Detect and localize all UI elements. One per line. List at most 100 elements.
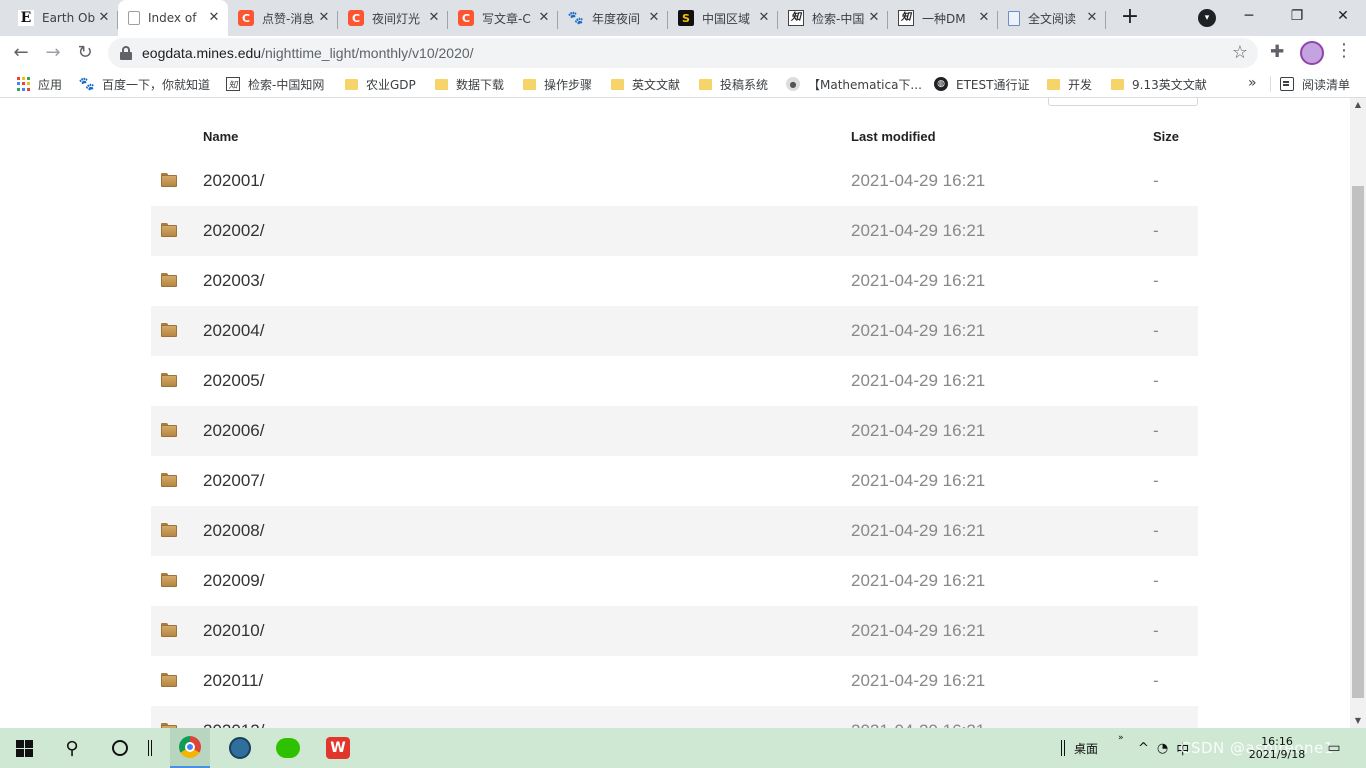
table-row[interactable]: 202006/2021-04-29 16:21 - (151, 406, 1198, 456)
folder-name-link[interactable]: 202006/ (203, 421, 264, 441)
bookmark-item[interactable]: 9.13英文文献 (1110, 74, 1207, 94)
table-row[interactable]: 202008/2021-04-29 16:21 - (151, 506, 1198, 556)
tab-close-icon[interactable]: ✕ (646, 10, 662, 26)
folder-name-link[interactable]: 202004/ (203, 321, 264, 341)
taskbar-search-icon[interactable]: ⚲ (60, 728, 84, 768)
filter-input-remnant[interactable] (1048, 98, 1198, 106)
browser-menu-icon[interactable]: ⋮ (1334, 40, 1354, 61)
folder-name-link[interactable]: 202012/ (203, 721, 264, 728)
tab-close-icon[interactable]: ✕ (316, 10, 332, 26)
table-row[interactable]: 202001/2021-04-29 16:21 - (151, 156, 1198, 206)
browser-tab[interactable]: C 夜间灯光 ✕ (338, 3, 448, 33)
folder-name-link[interactable]: 202008/ (203, 521, 264, 541)
folder-name-link[interactable]: 202005/ (203, 371, 264, 391)
browser-tab[interactable]: 全文阅读 ✕ (998, 3, 1106, 33)
size-cell: - (1153, 671, 1159, 690)
scroll-up-arrow-icon[interactable]: ▲ (1350, 98, 1366, 112)
profile-avatar[interactable] (1300, 41, 1324, 65)
browser-tab[interactable]: C 写文章-C ✕ (448, 3, 558, 33)
bookmark-item[interactable]: 农业GDP (344, 74, 416, 94)
bookmark-item[interactable]: 数据下载 (434, 74, 504, 94)
wps-app-icon[interactable]: W (318, 728, 358, 768)
folder-name-link[interactable]: 202001/ (203, 171, 264, 191)
folder-name-link[interactable]: 202007/ (203, 471, 264, 491)
tab-close-icon[interactable]: ✕ (96, 10, 112, 26)
browser-tab[interactable]: E Earth Ob ✕ (8, 3, 118, 33)
folder-name-link[interactable]: 202010/ (203, 621, 264, 641)
bookmark-item[interactable]: ◍ ETEST通行证 (934, 74, 1029, 94)
folder-name-link[interactable]: 202011/ (203, 671, 263, 691)
browser-tab[interactable]: 知检索-中国 ✕ (778, 3, 888, 33)
tab-close-icon[interactable]: ✕ (866, 10, 882, 26)
bookmark-item[interactable]: 英文文献 (610, 74, 680, 94)
bookmark-item[interactable]: ● 【Mathematica下... (786, 74, 922, 94)
folder-name-link[interactable]: 202003/ (203, 271, 264, 291)
last-modified-cell: 2021-04-29 16:21 (851, 371, 986, 390)
vertical-scrollbar[interactable]: ▲ ▼ (1350, 98, 1366, 728)
tab-close-icon[interactable]: ✕ (1084, 10, 1100, 26)
tab-close-icon[interactable]: ✕ (756, 10, 772, 26)
browser-toolbar: ← → ↻ eogdata.mines.edu/nighttime_light/… (0, 36, 1366, 70)
network-icon[interactable]: ◔ (1157, 741, 1168, 756)
table-row[interactable]: 202003/2021-04-29 16:21 - (151, 256, 1198, 306)
windows-start-icon[interactable] (12, 728, 36, 768)
task-view-icon[interactable] (148, 728, 152, 768)
bookmark-star-icon[interactable]: ☆ (1232, 42, 1248, 63)
browser-tab[interactable]: 🐾 年度夜间 ✕ (558, 3, 668, 33)
tab-close-icon[interactable]: ✕ (976, 10, 992, 26)
folder-icon (698, 78, 712, 90)
browser-tab[interactable]: S 中国区域 ✕ (668, 3, 778, 33)
table-row[interactable]: 202009/2021-04-29 16:21 - (151, 556, 1198, 606)
scroll-thumb[interactable] (1352, 186, 1364, 698)
minimize-button[interactable]: ─ (1226, 4, 1272, 28)
column-header-last-modified[interactable]: Last modified (851, 129, 936, 144)
chrome-app-icon[interactable] (170, 728, 210, 768)
bookmark-item[interactable]: 投稿系统 (698, 74, 768, 94)
tab-search-button[interactable]: ▾ (1198, 9, 1216, 27)
cortana-circle-icon[interactable] (108, 728, 132, 768)
table-row[interactable]: 202002/2021-04-29 16:21 - (151, 206, 1198, 256)
notification-center-icon[interactable]: ▭ (1324, 728, 1344, 768)
scroll-down-arrow-icon[interactable]: ▼ (1350, 714, 1366, 728)
folder-name-link[interactable]: 202002/ (203, 221, 264, 241)
tab-close-icon[interactable]: ✕ (426, 10, 442, 26)
browser-tab[interactable]: C 点赞-消息 ✕ (228, 3, 338, 33)
table-row[interactable]: 202012/2021-04-29 16:21 - (151, 706, 1198, 728)
browser-tab[interactable]: Index of ✕ (118, 0, 228, 36)
url-text[interactable]: eogdata.mines.edu/nighttime_light/monthl… (142, 45, 474, 61)
table-row[interactable]: 202005/2021-04-29 16:21 - (151, 356, 1198, 406)
extensions-puzzle-icon[interactable]: ✚ (1270, 42, 1284, 62)
table-row[interactable]: 202011/2021-04-29 16:21 - (151, 656, 1198, 706)
reload-icon[interactable]: ↻ (72, 40, 98, 66)
reading-list-button[interactable]: 阅读清单 (1280, 74, 1350, 94)
folder-name-link[interactable]: 202009/ (203, 571, 264, 591)
column-header-name[interactable]: Name (203, 129, 238, 144)
folder-icon (161, 623, 177, 637)
bookmark-item[interactable]: 操作步骤 (522, 74, 592, 94)
forward-arrow-icon[interactable]: → (40, 40, 66, 66)
bookmark-item[interactable]: 知检索-中国知网 (226, 74, 324, 94)
tab-close-icon[interactable]: ✕ (536, 10, 552, 26)
bookmarks-overflow-chevron-icon[interactable]: » (1248, 75, 1257, 91)
bookmark-item[interactable]: 🐾 百度一下，你就知道 (79, 74, 210, 94)
table-row[interactable]: 202010/2021-04-29 16:21 - (151, 606, 1198, 656)
close-window-button[interactable]: ✕ (1320, 4, 1366, 28)
browser-tab[interactable]: 知一种DM ✕ (888, 3, 998, 33)
address-bar[interactable]: eogdata.mines.edu/nighttime_light/monthl… (108, 38, 1258, 68)
bookmark-item[interactable]: 应用 (16, 74, 62, 94)
browser-globe-app-icon[interactable] (220, 728, 260, 768)
tray-chevron-icon[interactable]: » (1118, 718, 1124, 758)
new-tab-button[interactable]: + (1118, 6, 1142, 30)
taskbar-clock[interactable]: 16:16 2021/9/18 (1240, 728, 1314, 768)
table-row[interactable]: 202004/2021-04-29 16:21 - (151, 306, 1198, 356)
restore-button[interactable]: ❐ (1274, 4, 1320, 28)
lock-icon[interactable] (120, 46, 132, 60)
wechat-app-icon[interactable] (268, 728, 308, 768)
bookmark-item[interactable]: 开发 (1046, 74, 1092, 94)
show-hidden-icons-caret-icon[interactable]: ^ (1138, 741, 1149, 756)
column-header-size[interactable]: Size (1153, 129, 1179, 144)
desktop-toolbar-label[interactable]: 桌面 (1074, 728, 1098, 768)
tab-close-icon[interactable]: ✕ (206, 10, 222, 26)
back-arrow-icon[interactable]: ← (8, 40, 34, 66)
table-row[interactable]: 202007/2021-04-29 16:21 - (151, 456, 1198, 506)
